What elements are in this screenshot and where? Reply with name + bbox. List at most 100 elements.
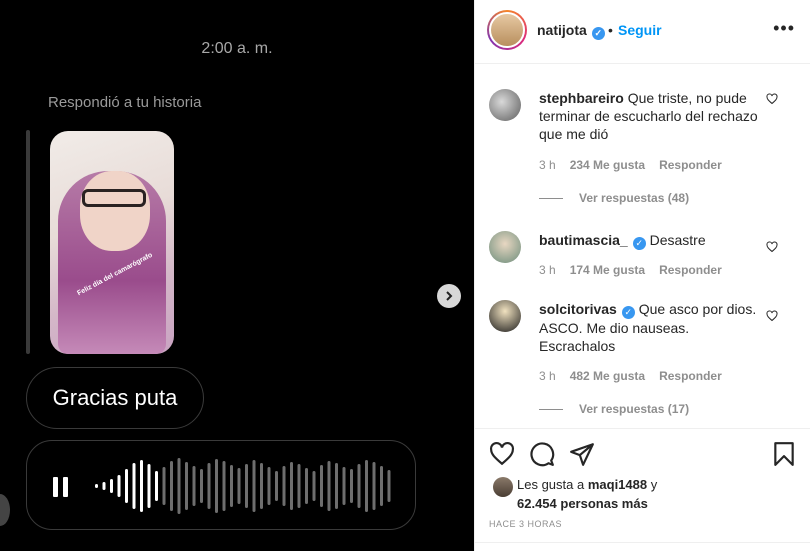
waveform-bar xyxy=(320,465,323,507)
post-time-ago: HACE 3 HORAS xyxy=(489,519,563,529)
message-time: 2:00 a. m. xyxy=(201,40,273,57)
previous-arrow-button[interactable] xyxy=(0,494,10,526)
waveform-bar xyxy=(162,467,166,505)
commenter-username[interactable]: solcitorivas xyxy=(539,301,617,317)
comment-bubble-icon[interactable] xyxy=(529,441,555,467)
commenter-username[interactable]: stephbareiro xyxy=(539,90,624,106)
waveform-bar xyxy=(335,463,338,509)
waveform-bar xyxy=(387,470,391,502)
waveform-bar xyxy=(357,464,361,508)
waveform-bar xyxy=(102,482,106,490)
post-actions: Les gusta a maqi1488 y 62.454 personas m… xyxy=(475,428,810,551)
post-header: natijota ✓ • Seguir ••• xyxy=(475,0,810,64)
waveform-bar xyxy=(342,467,346,505)
story-glasses-shape xyxy=(82,189,146,207)
comment-time: 3 h xyxy=(539,263,556,277)
divider xyxy=(475,542,810,543)
commenter-avatar[interactable] xyxy=(489,300,521,332)
liker-username[interactable]: maqi1488 xyxy=(588,477,647,492)
view-replies-button[interactable]: Ver respuestas (48) xyxy=(539,191,689,205)
post-viewer: 2:00 a. m. Respondió a tu historia Feliz… xyxy=(0,0,810,551)
story-face-shape xyxy=(80,171,150,251)
author-username[interactable]: natijota ✓ xyxy=(537,22,605,40)
waveform-bar xyxy=(297,464,301,508)
waveform-bar xyxy=(312,471,316,501)
post-media: 2:00 a. m. Respondió a tu historia Feliz… xyxy=(0,0,474,551)
waveform-bar xyxy=(95,484,98,488)
waveform-bar xyxy=(350,469,353,503)
view-replies-button[interactable]: Ver respuestas (17) xyxy=(539,402,689,416)
waveform-bar xyxy=(237,468,241,504)
waveform-bar xyxy=(170,461,173,511)
commenter-avatar[interactable] xyxy=(489,89,521,121)
likes-prefix: Les gusta a xyxy=(517,477,585,492)
comment-body: stephbareiro Que triste, no pude termina… xyxy=(539,89,764,143)
waveform-bar xyxy=(372,462,376,510)
comment-likes[interactable]: 234 Me gusta xyxy=(570,158,645,172)
chevron-right-icon xyxy=(446,291,453,301)
separator-dot: • xyxy=(608,22,613,38)
waveform-bar xyxy=(222,461,226,511)
verified-badge-icon: ✓ xyxy=(621,306,635,319)
waveform-bar xyxy=(147,464,151,508)
waveform-bar xyxy=(305,468,308,504)
waveform-bar xyxy=(282,466,286,506)
comment-body: solcitorivas ✓ Que asco por dios. ASCO. M… xyxy=(539,300,764,355)
author-avatar[interactable] xyxy=(487,10,527,50)
comment-likes[interactable]: 174 Me gusta xyxy=(570,263,645,277)
waveform-bar xyxy=(200,469,203,503)
audio-message xyxy=(26,440,416,530)
waveform-bar xyxy=(125,469,128,503)
follow-button[interactable]: Seguir xyxy=(618,22,662,38)
waveform-bar xyxy=(185,462,188,510)
message-bubble: Gracias puta xyxy=(26,367,204,429)
commenter-avatar[interactable] xyxy=(489,231,521,263)
audio-waveform xyxy=(95,458,391,514)
comment-likes[interactable]: 482 Me gusta xyxy=(570,369,645,383)
waveform-bar xyxy=(380,466,383,506)
waveform-bar xyxy=(365,460,368,512)
like-heart-icon[interactable] xyxy=(766,310,778,322)
likes-and: y xyxy=(650,477,658,492)
waveform-bar xyxy=(177,458,181,514)
verified-badge-icon: ✓ xyxy=(591,27,605,40)
like-heart-icon[interactable] xyxy=(489,441,515,467)
waveform-bar xyxy=(155,471,158,501)
waveform-bar xyxy=(267,467,271,505)
waveform-bar xyxy=(207,463,211,509)
reply-button[interactable]: Responder xyxy=(659,369,722,383)
waveform-bar xyxy=(117,475,121,497)
like-heart-icon[interactable] xyxy=(766,93,778,105)
save-bookmark-icon[interactable] xyxy=(771,441,797,467)
waveform-bar xyxy=(192,466,196,506)
waveform-bar xyxy=(140,460,143,512)
waveform-bar xyxy=(110,479,113,493)
comments-panel: natijota ✓ • Seguir ••• stephbareiro Que … xyxy=(474,0,810,551)
next-arrow-button[interactable] xyxy=(437,284,461,308)
story-thumbnail: Feliz día del camarógrafo xyxy=(50,131,174,354)
share-send-icon[interactable] xyxy=(569,441,595,467)
comment-time: 3 h xyxy=(539,158,556,172)
waveform-bar xyxy=(290,462,293,510)
commenter-username[interactable]: bautimascia_ xyxy=(539,232,628,248)
waveform-bar xyxy=(230,465,233,507)
comment-time: 3 h xyxy=(539,369,556,383)
verified-badge-icon: ✓ xyxy=(632,237,646,250)
comment-text: Desastre xyxy=(649,232,706,248)
liker-avatar[interactable] xyxy=(493,477,513,497)
reply-button[interactable]: Responder xyxy=(659,263,722,277)
likes-summary: Les gusta a maqi1488 y 62.454 personas m… xyxy=(517,475,657,513)
comment-meta: 3 h 174 Me gusta Responder xyxy=(539,263,736,277)
like-heart-icon[interactable] xyxy=(766,241,778,253)
waveform-bar xyxy=(245,464,248,508)
comment-meta: 3 h 234 Me gusta Responder xyxy=(539,158,736,172)
waveform-bar xyxy=(252,460,256,512)
reply-button[interactable]: Responder xyxy=(659,158,722,172)
likes-count[interactable]: 62.454 personas más xyxy=(517,496,648,511)
waveform-bar xyxy=(327,461,331,511)
replied-to-story-label: Respondió a tu historia xyxy=(48,94,202,111)
pause-icon[interactable] xyxy=(53,477,69,497)
reply-divider xyxy=(26,130,30,354)
more-options-icon[interactable]: ••• xyxy=(773,18,795,39)
comment-meta: 3 h 482 Me gusta Responder xyxy=(539,369,736,383)
